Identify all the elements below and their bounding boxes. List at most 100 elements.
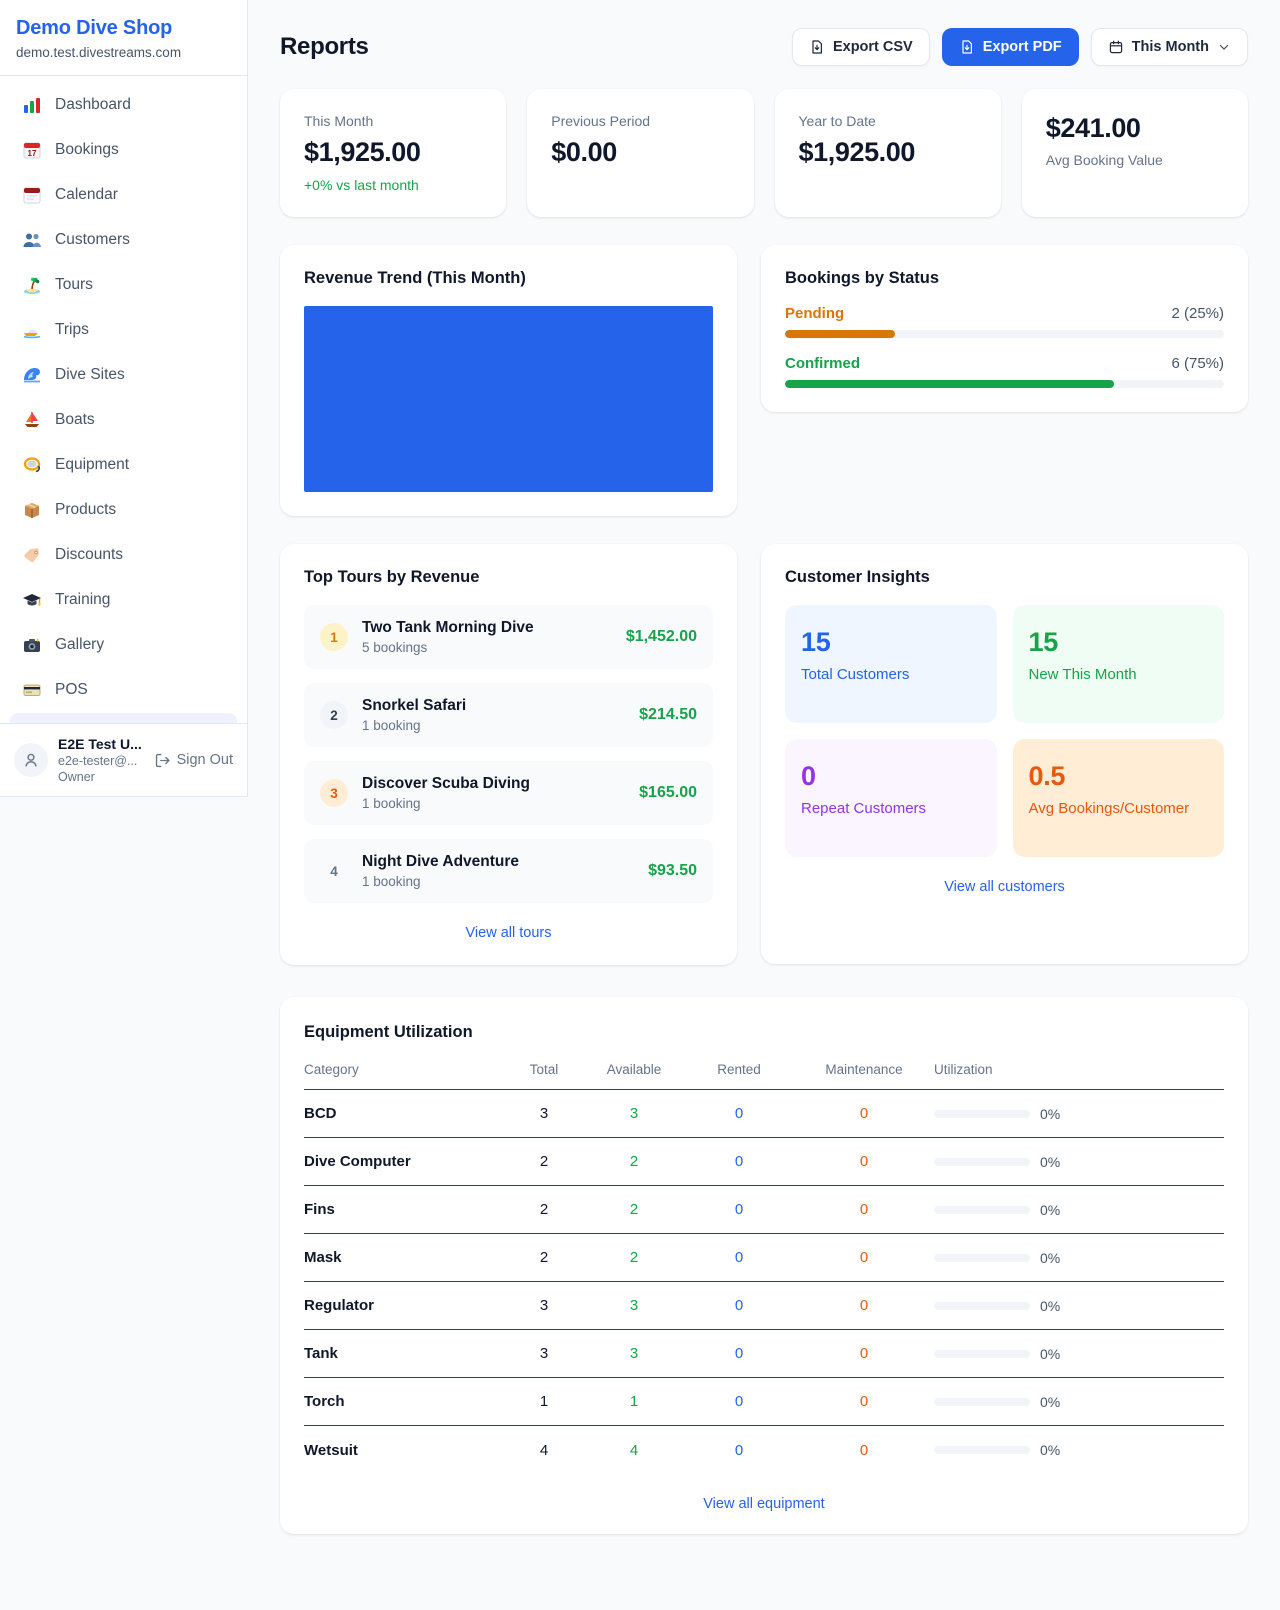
equipment-table-header: Category Total Available Rented Maintena… [304,1062,1224,1090]
column-header: Category [304,1062,504,1077]
sidebar-item-boats[interactable]: Boats [10,401,237,439]
row-revenue-status: Revenue Trend (This Month) Bookings by S… [280,245,1248,516]
sign-out-icon [154,752,171,769]
column-header: Rented [684,1062,794,1077]
insight-tile-new-this-month: 15 New This Month [1013,605,1225,723]
export-csv-label: Export CSV [833,39,913,55]
sidebar-item-label: Products [55,501,116,519]
tour-revenue: $1,452.00 [626,628,697,646]
sidebar-item-pos[interactable]: POS [10,671,237,709]
table-row: Torch 1 1 0 0 0% [304,1378,1224,1426]
sidebar-item-label: Discounts [55,546,123,564]
tour-bookings: 5 bookings [362,640,612,655]
sidebar-item-tours[interactable]: Tours [10,266,237,304]
sidebar-item-label: Calendar [55,186,118,204]
shop-name: Demo Dive Shop [16,17,231,40]
page-header: Reports Export CSV Export PDF This Month [280,28,1248,66]
graduation-cap-icon [22,590,42,610]
sidebar-item-bookings[interactable]: 17 Bookings [10,131,237,169]
equipment-rented: 0 [684,1442,794,1459]
equipment-maintenance: 0 [794,1153,934,1170]
equipment-maintenance: 0 [794,1393,934,1410]
export-csv-button[interactable]: Export CSV [792,28,930,66]
equipment-category: Dive Computer [304,1153,504,1170]
period-dropdown[interactable]: This Month [1091,28,1248,66]
equipment-maintenance: 0 [794,1345,934,1362]
table-row: Regulator 3 3 0 0 0% [304,1282,1224,1330]
tour-name: Snorkel Safari [362,697,625,715]
sidebar-item-training[interactable]: Training [10,581,237,619]
insight-tile-avg-bookings: 0.5 Avg Bookings/Customer [1013,739,1225,857]
sign-out-label: Sign Out [177,752,233,768]
user-name: E2E Test U... [58,736,144,752]
view-all-customers-link[interactable]: View all customers [785,879,1224,895]
sidebar-item-trips[interactable]: Trips [10,311,237,349]
equipment-rented: 0 [684,1249,794,1266]
sidebar-item-label: Training [55,591,110,609]
utilization-bar [934,1158,1030,1166]
equipment-category: Mask [304,1249,504,1266]
stat-label: Previous Period [551,113,729,129]
table-row: Fins 2 2 0 0 0% [304,1186,1224,1234]
table-row: Wetsuit 4 4 0 0 0% [304,1426,1224,1474]
table-row: Tank 3 3 0 0 0% [304,1330,1224,1378]
sidebar: Demo Dive Shop demo.test.divestreams.com… [0,0,248,797]
sidebar-item-customers[interactable]: Customers [10,221,237,259]
tour-bookings: 1 booking [362,874,634,889]
view-all-tours-link[interactable]: View all tours [304,903,713,941]
sidebar-item-discounts[interactable]: Discounts [10,536,237,574]
tour-bookings: 1 booking [362,796,625,811]
equipment-available: 2 [584,1249,684,1266]
page-title: Reports [280,33,369,61]
stat-value: $0.00 [551,137,729,168]
utilization-bar [934,1254,1030,1262]
equipment-maintenance: 0 [794,1297,934,1314]
sidebar-item-dashboard[interactable]: Dashboard [10,86,237,124]
equipment-maintenance: 0 [794,1201,934,1218]
status-bar-track [785,380,1224,388]
stat-card-avg-booking-value: $241.00 Avg Booking Value [1022,89,1248,217]
equipment-available: 4 [584,1442,684,1459]
status-label: Pending [785,305,844,322]
insight-value: 15 [801,627,981,658]
equipment-maintenance: 0 [794,1442,934,1459]
wave-icon [22,365,42,385]
table-row: BCD 3 3 0 0 0% [304,1090,1224,1138]
view-all-equipment-link[interactable]: View all equipment [304,1496,1224,1512]
insight-value: 0.5 [1029,761,1209,792]
export-pdf-button[interactable]: Export PDF [942,28,1079,66]
sidebar-item-label: Trips [55,321,89,339]
equipment-rented: 0 [684,1393,794,1410]
chevron-down-icon [1217,40,1231,54]
equipment-total: 3 [504,1297,584,1314]
calendar-date-icon: 17 [22,140,42,160]
sidebar-item-calendar[interactable]: Calendar [10,176,237,214]
sidebar-item-equipment[interactable]: Equipment [10,446,237,484]
rank-badge: 2 [320,701,348,729]
revenue-trend-chart [304,306,713,492]
status-row-pending: Pending 2 (25%) [785,305,1224,338]
equipment-maintenance: 0 [794,1105,934,1122]
status-count: 2 (25%) [1171,305,1224,322]
top-tours-title: Top Tours by Revenue [304,568,713,587]
equipment-utilization: 0% [934,1106,1224,1122]
equipment-utilization: 0% [934,1442,1224,1458]
equipment-category: Torch [304,1393,504,1410]
camera-icon [22,635,42,655]
equipment-category: Wetsuit [304,1442,504,1459]
insight-label: New This Month [1029,666,1209,683]
sidebar-item-gallery[interactable]: Gallery [10,626,237,664]
equipment-available: 3 [584,1105,684,1122]
sidebar-item-products[interactable]: Products [10,491,237,529]
status-row-confirmed: Confirmed 6 (75%) [785,355,1224,388]
sign-out-button[interactable]: Sign Out [154,752,233,769]
insight-grid: 15 Total Customers 15 New This Month 0 R… [785,605,1224,857]
equipment-utilization: 0% [934,1202,1224,1218]
sidebar-item-dive-sites[interactable]: Dive Sites [10,356,237,394]
people-icon [22,230,42,250]
status-bar-fill [785,330,895,338]
sidebar-item-reports-active-partial[interactable] [10,713,237,723]
sidebar-item-label: Equipment [55,456,129,474]
equipment-utilization: 0% [934,1346,1224,1362]
equipment-rented: 0 [684,1153,794,1170]
